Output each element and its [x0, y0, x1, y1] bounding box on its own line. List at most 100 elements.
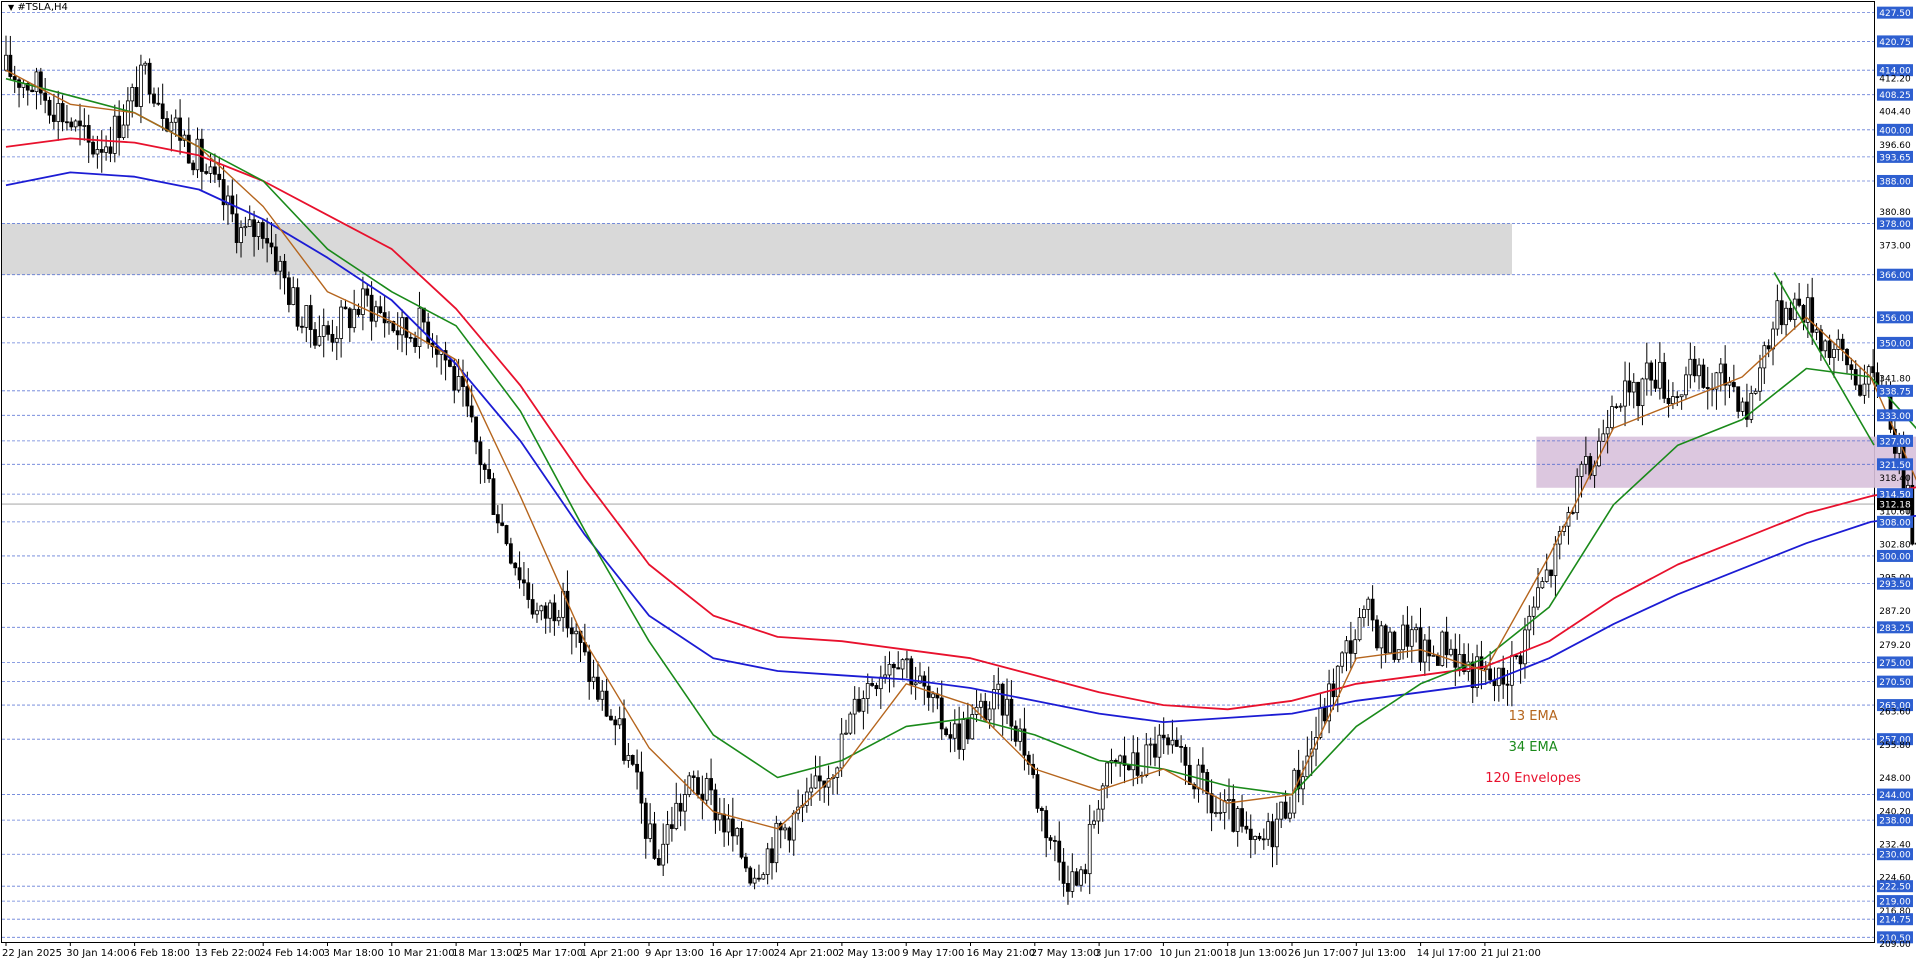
candle-bear[interactable] [1849, 364, 1854, 370]
candle-bull[interactable] [683, 794, 687, 812]
candle-bull[interactable] [34, 71, 39, 93]
candle-bear[interactable] [1614, 406, 1619, 408]
candle-bear[interactable] [565, 590, 570, 629]
candle-bear[interactable] [787, 827, 792, 841]
candle-bear[interactable] [713, 789, 718, 821]
candle-bear[interactable] [474, 416, 478, 443]
candle-bear[interactable] [857, 698, 861, 712]
candle-bull[interactable] [1253, 835, 1258, 840]
candle-bear[interactable] [369, 294, 374, 322]
candle-bull[interactable] [996, 683, 1001, 690]
candle-bull[interactable] [813, 775, 818, 789]
candle-bull[interactable] [73, 120, 78, 128]
candle-bear[interactable] [1636, 381, 1641, 407]
candle-bull[interactable] [674, 802, 679, 829]
candle-bear[interactable] [1231, 799, 1236, 832]
candle-bear[interactable] [51, 114, 56, 122]
candle-bull[interactable] [704, 778, 709, 801]
candle-bull[interactable] [291, 287, 296, 305]
candle-bear[interactable] [469, 405, 474, 418]
candle-bull[interactable] [1771, 328, 1775, 350]
candle-bear[interactable] [12, 76, 17, 81]
candle-bear[interactable] [1270, 821, 1275, 848]
candle-bear[interactable] [487, 469, 492, 480]
candle-bull[interactable] [387, 321, 391, 324]
candle-bear[interactable] [448, 359, 452, 367]
candle-bull[interactable] [979, 700, 983, 708]
candle-bull[interactable] [1388, 631, 1392, 654]
candle-bull[interactable] [556, 616, 561, 622]
candle-bear[interactable] [870, 683, 875, 686]
candle-bear[interactable] [1840, 338, 1845, 350]
candle-bear[interactable] [300, 325, 304, 328]
candle-bear[interactable] [1845, 348, 1849, 366]
candle-bull[interactable] [1623, 380, 1627, 407]
candle-bull[interactable] [1688, 358, 1693, 376]
candle-bull[interactable] [1605, 427, 1610, 435]
candle-bull[interactable] [1718, 363, 1723, 374]
candle-bull[interactable] [617, 718, 622, 726]
candle-bear[interactable] [1505, 683, 1510, 686]
candle-bear[interactable] [234, 213, 239, 243]
candle-bull[interactable] [783, 827, 787, 831]
candle-bear[interactable] [1705, 387, 1710, 390]
candle-bear[interactable] [343, 306, 348, 310]
candle-bull[interactable] [1523, 629, 1527, 665]
candle-bear[interactable] [1261, 838, 1266, 841]
candle-bear[interactable] [652, 823, 657, 859]
candle-bull[interactable] [1157, 734, 1162, 758]
candle-bull[interactable] [1335, 665, 1340, 698]
candle-bull[interactable] [360, 288, 365, 315]
candle-bear[interactable] [347, 308, 352, 329]
candle-bear[interactable] [260, 222, 265, 239]
candle-bull[interactable] [1227, 799, 1231, 801]
candle-bull[interactable] [1536, 587, 1540, 608]
candle-bear[interactable] [1666, 397, 1671, 404]
candle-bear[interactable] [117, 115, 122, 139]
candle-bear[interactable] [1061, 861, 1066, 884]
candle-bull[interactable] [1540, 581, 1545, 589]
candle-bear[interactable] [1383, 625, 1388, 654]
candle-bear[interactable] [604, 690, 609, 717]
candle-bull[interactable] [1366, 598, 1371, 610]
candle-bear[interactable] [1052, 840, 1057, 842]
candle-bull[interactable] [883, 674, 888, 678]
candle-bull[interactable] [848, 713, 853, 734]
candle-bull[interactable] [1753, 390, 1758, 394]
candle-bull[interactable] [839, 733, 844, 769]
candle-bear[interactable] [1009, 698, 1014, 727]
candle-bear[interactable] [1057, 840, 1062, 863]
candle-bull[interactable] [121, 124, 126, 139]
candle-bear[interactable] [517, 567, 522, 581]
candle-bear[interactable] [326, 325, 330, 335]
candle-bear[interactable] [1405, 624, 1410, 647]
candle-bear[interactable] [957, 723, 962, 750]
candle-bear[interactable] [43, 92, 48, 101]
candle-bull[interactable] [1544, 569, 1549, 582]
candle-bull[interactable] [1657, 361, 1662, 389]
candle-bull[interactable] [173, 117, 178, 123]
candle-bear[interactable] [478, 441, 483, 466]
candle-bear[interactable] [1039, 807, 1044, 811]
candle-bull[interactable] [56, 103, 61, 122]
candle-bull[interactable] [1431, 654, 1436, 657]
candle-bear[interactable] [739, 827, 744, 858]
candle-bear[interactable] [1044, 810, 1049, 839]
candle-bear[interactable] [1066, 883, 1070, 892]
candle-bear[interactable] [1048, 837, 1053, 841]
candle-bear[interactable] [1435, 654, 1440, 666]
candle-bear[interactable] [99, 149, 104, 153]
candle-bull[interactable] [1401, 624, 1405, 651]
candle-bull[interactable] [1087, 823, 1092, 875]
candle-bear[interactable] [378, 306, 383, 313]
candle-bear[interactable] [1810, 297, 1815, 333]
candle-bear[interactable] [147, 62, 152, 95]
candle-bull[interactable] [1553, 543, 1558, 577]
candle-bear[interactable] [983, 700, 988, 721]
candle-bear[interactable] [78, 120, 82, 127]
candle-bear[interactable] [1675, 396, 1680, 398]
candle-bull[interactable] [1409, 629, 1414, 647]
candle-bear[interactable] [552, 602, 557, 622]
candle-bear[interactable] [643, 802, 648, 839]
candle-bull[interactable] [1684, 374, 1688, 396]
